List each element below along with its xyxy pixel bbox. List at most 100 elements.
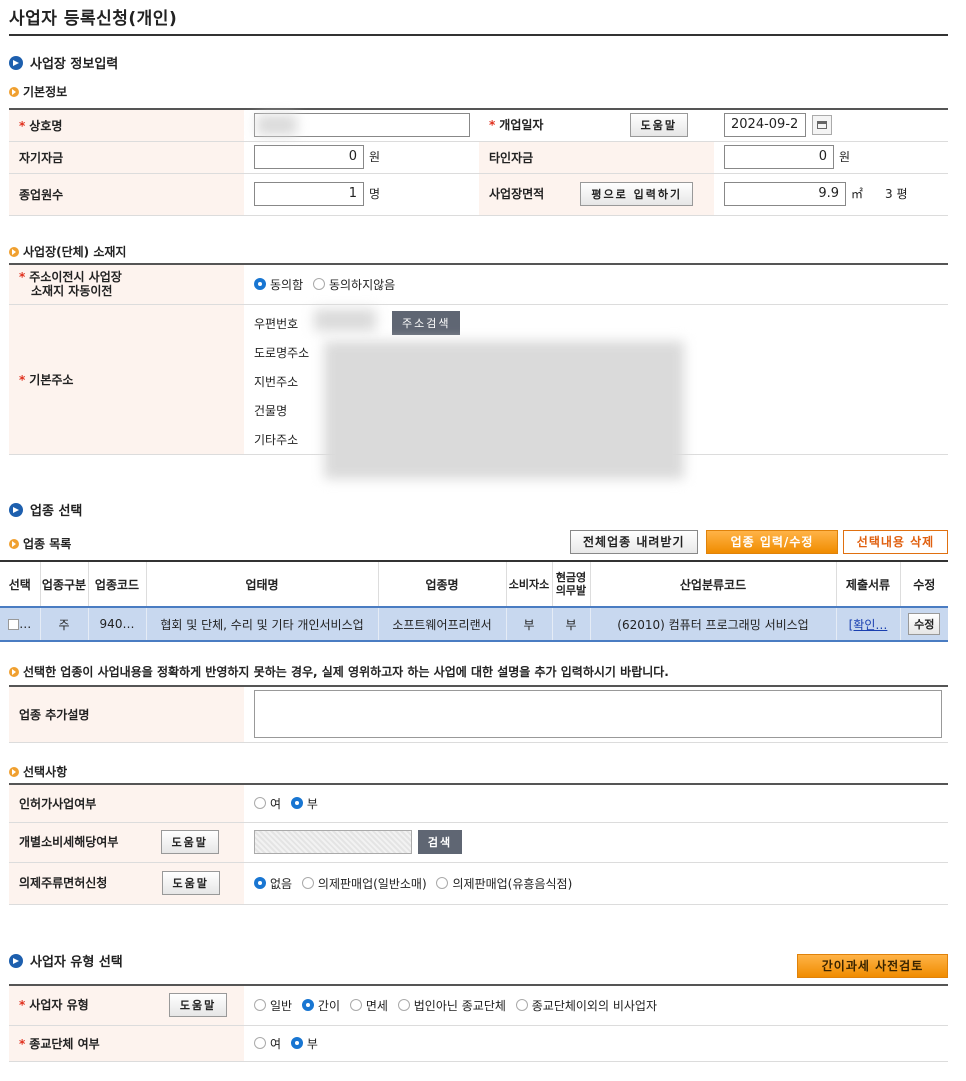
employees-cell: 1명: [244, 173, 479, 216]
title-divider: [9, 34, 948, 36]
liquor-options: 없음 의제판매업(일반소매) 의제판매업(유흥음식점): [244, 862, 948, 905]
row-checkbox[interactable]: [8, 619, 20, 630]
row-type: 주: [40, 606, 89, 642]
industry-table: 선택 업종구분 업종코드 업태명 업종명 소비자소 현금영 의무발 산업분류코드…: [0, 560, 948, 642]
biz-type-table: * 사업자 유형 도움말 일반 간이 면세 법인아닌 종교단체 종교단체이외의 비…: [9, 984, 948, 1062]
section-industry: 업종 선택: [9, 500, 82, 519]
biz-type-help-button[interactable]: 도움말: [168, 993, 228, 1018]
subsection-title: 선택사항: [23, 765, 68, 779]
own-capital-input[interactable]: 0: [254, 145, 364, 169]
row-docs-link[interactable]: [확인…: [849, 618, 888, 632]
section-biz-type: 사업자 유형 선택: [9, 951, 123, 970]
address-search-button[interactable]: 주소검색: [392, 311, 461, 335]
simple-radio[interactable]: [301, 999, 314, 1012]
bullet-icon: [9, 86, 19, 97]
auto-move-label: * 주소이전시 사업장 소재지 자동이전: [9, 263, 244, 305]
employees-input[interactable]: 1: [254, 182, 364, 206]
liquor-none-radio[interactable]: [254, 877, 266, 889]
other-capital-label: 타인자금: [479, 141, 714, 174]
subsection-basic: 기본정보: [9, 83, 67, 100]
trade-name-cell: [244, 108, 479, 142]
trade-name-label: * 상호명: [9, 108, 244, 142]
pyeong-input-button[interactable]: 평으로 입력하기: [580, 182, 694, 206]
etc-address-label: 기타주소: [254, 432, 299, 447]
lot-address-label: 지번주소: [254, 374, 299, 389]
col-cash-receipt: 현금영 의무발: [552, 560, 591, 608]
open-date-cell: 2024-09-2: [714, 108, 948, 142]
simple-tax-precheck-button[interactable]: 간이과세 사전검토: [797, 954, 948, 978]
industry-extra-textarea[interactable]: [254, 690, 942, 739]
download-all-button[interactable]: 전체업종 내려받기: [570, 530, 698, 554]
trade-name-input[interactable]: [254, 113, 470, 138]
excise-input[interactable]: [254, 830, 412, 855]
permit-yes-radio[interactable]: [254, 797, 266, 810]
subsection-options: 선택사항: [9, 763, 67, 780]
permit-no-radio[interactable]: [290, 797, 303, 810]
bullet-icon: [9, 246, 19, 257]
other-nonbiz-radio[interactable]: [515, 999, 528, 1012]
agree-radio[interactable]: [254, 278, 266, 291]
section-title: 사업자 유형 선택: [30, 955, 123, 970]
religious-yes-radio[interactable]: [254, 1037, 266, 1049]
liquor-bar-radio[interactable]: [436, 877, 449, 889]
subsection-address: 사업장(단체) 소재지: [9, 243, 126, 260]
religious-options: 여 부: [244, 1025, 948, 1062]
arrow-circle-icon: [9, 55, 23, 70]
basic-info-table: * 상호명 * 개업일자 도움말 2024-09-2 자기자금 0원 타인자금 0원…: [9, 108, 948, 216]
open-date-help-button[interactable]: 도움말: [629, 113, 689, 138]
col-class-code: 산업분류코드: [590, 560, 837, 608]
liquor-label-cell: 의제주류면허신청 도움말: [9, 862, 244, 905]
person-unit: 명: [369, 186, 381, 201]
excise-search-button[interactable]: 검색: [417, 829, 463, 854]
section-title: 사업장 정보입력: [30, 57, 119, 72]
industry-header-row: 선택 업종구분 업종코드 업태명 업종명 소비자소 현금영 의무발 산업분류코드…: [0, 560, 948, 608]
excise-help-button[interactable]: 도움말: [160, 830, 219, 854]
religious-nonprofit-radio[interactable]: [397, 999, 410, 1012]
subsection-title: 기본정보: [23, 85, 68, 99]
building-name-label: 건물명: [254, 403, 288, 418]
row-class-code: (62010) 컴퓨터 프로그래밍 서비스업: [590, 606, 837, 642]
religious-no-radio[interactable]: [290, 1037, 303, 1049]
base-address-label: * 기본주소: [9, 304, 244, 455]
biz-type-options: 일반 간이 면세 법인아닌 종교단체 종교단체이외의 비사업자: [244, 984, 948, 1026]
disagree-radio[interactable]: [312, 278, 325, 291]
row-consumer: 부: [506, 606, 553, 642]
pyeong-value: 3 평: [885, 186, 908, 201]
delete-selected-button[interactable]: 선택내용 삭제: [843, 530, 948, 554]
own-capital-cell: 0원: [244, 141, 479, 174]
liquor-retail-radio[interactable]: [301, 877, 314, 889]
row-item: 소프트웨어프리랜서: [378, 606, 507, 642]
row-select-cell: …: [0, 606, 41, 642]
area-input[interactable]: 9.9: [724, 182, 846, 206]
won-unit: 원: [839, 149, 851, 164]
exempt-radio[interactable]: [349, 999, 362, 1012]
road-address-label: 도로명주소: [254, 345, 310, 360]
row-code: 940…: [88, 606, 147, 642]
general-radio[interactable]: [254, 999, 266, 1012]
row-biz-type: 협회 및 단체, 수리 및 기타 개인서비스업: [146, 606, 379, 642]
edit-industry-button[interactable]: 업종 입력/수정: [706, 530, 838, 554]
options-table: 인허가사업여부 여 부 개별소비세해당여부 도움말 검색 의제주류면허신청 도움…: [9, 783, 948, 905]
other-capital-input[interactable]: 0: [724, 145, 834, 169]
row-edit-cell: 수정: [900, 606, 948, 642]
redacted-postal: [314, 308, 376, 331]
liquor-help-button[interactable]: 도움말: [161, 871, 220, 895]
other-capital-cell: 0원: [714, 141, 948, 174]
area-cell: 9.9 ㎡ 3 평: [714, 173, 948, 216]
biz-type-label-cell: * 사업자 유형 도움말: [9, 984, 244, 1026]
own-capital-label: 자기자금: [9, 141, 244, 174]
col-consumer: 소비자소: [506, 560, 553, 608]
table-row: … 주 940… 협회 및 단체, 수리 및 기타 개인서비스업 소프트웨어프리…: [0, 606, 948, 642]
col-code: 업종코드: [88, 560, 147, 608]
calendar-icon[interactable]: [811, 115, 832, 136]
industry-extra-label: 업종 추가설명: [9, 685, 244, 743]
row-edit-button[interactable]: 수정: [908, 613, 941, 635]
section-title: 업종 선택: [30, 504, 83, 519]
address-table: * 주소이전시 사업장 소재지 자동이전 동의함 동의하지않음 * 기본주소 우편번호…: [9, 263, 948, 479]
open-date-input[interactable]: 2024-09-2: [724, 113, 806, 138]
open-date-label: * 개업일자 도움말: [479, 108, 714, 142]
section-biz-info: 사업장 정보입력: [9, 53, 118, 72]
base-address-cell: 우편번호 주소검색 도로명주소 지번주소 건물명 기타주소: [244, 304, 948, 479]
bullet-icon: [9, 538, 19, 549]
bullet-icon: [9, 766, 19, 777]
